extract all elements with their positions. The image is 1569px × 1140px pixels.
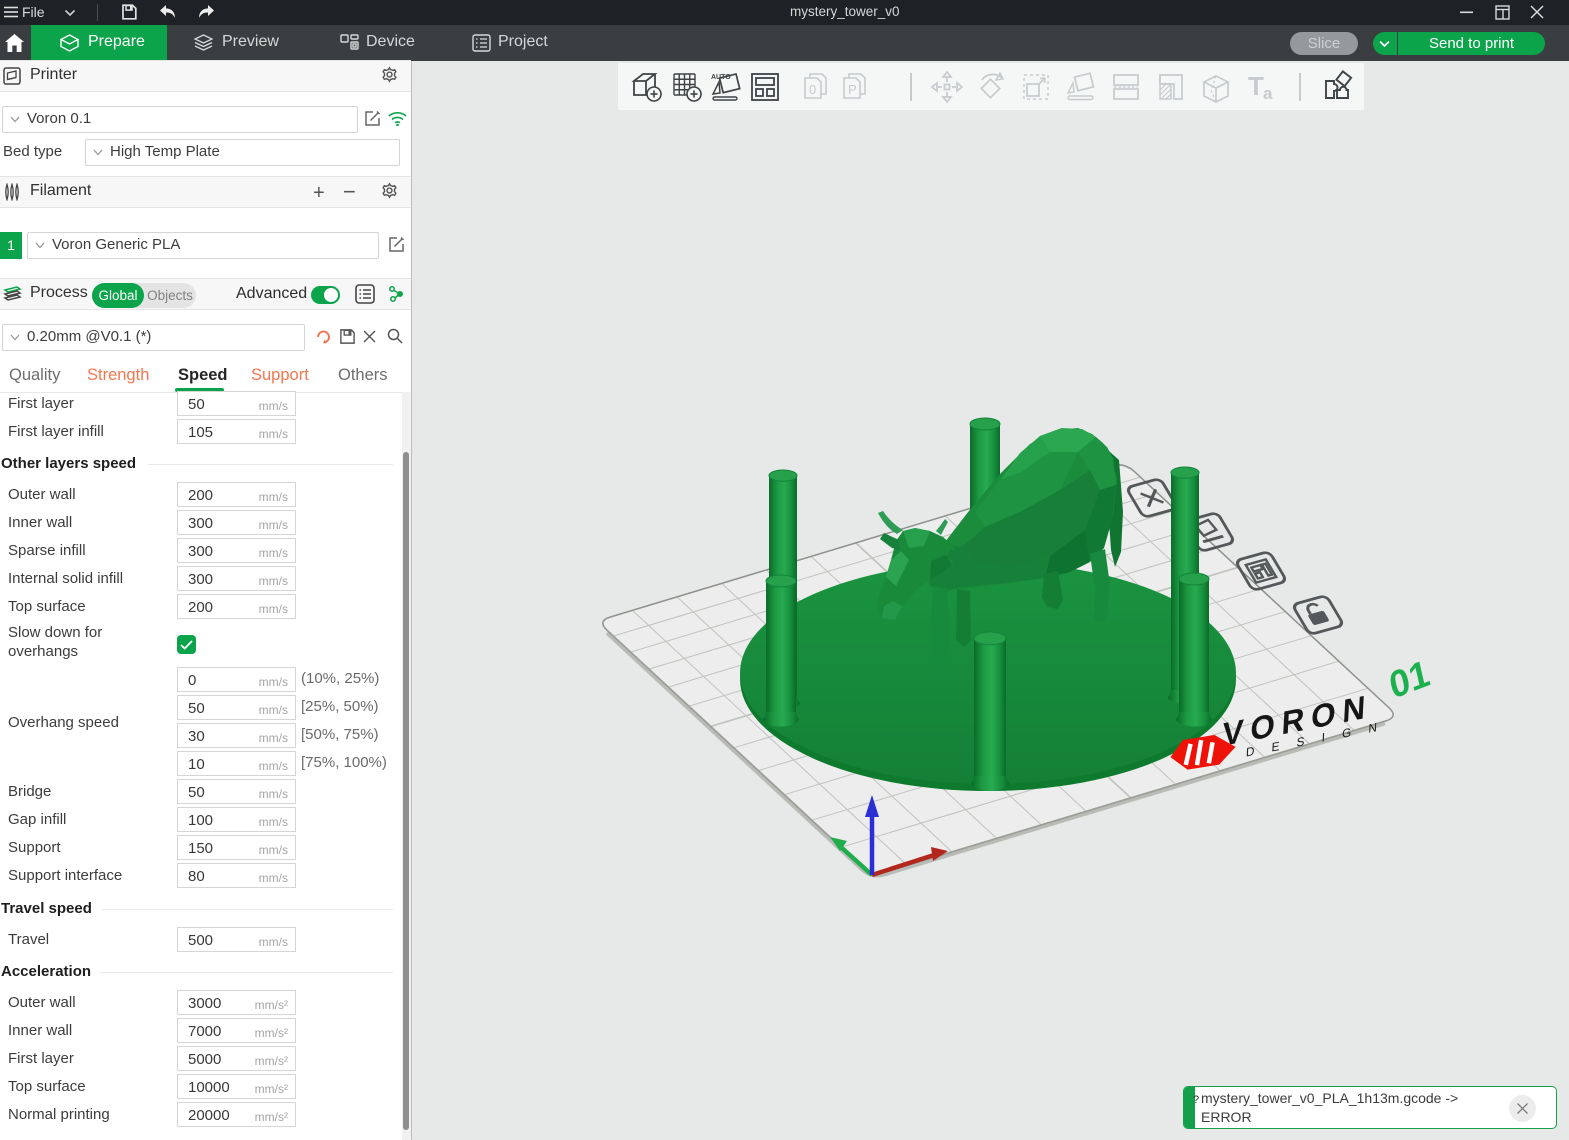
svg-text:a: a (1263, 84, 1273, 103)
svg-text:0: 0 (809, 82, 816, 97)
svg-text:01: 01 (1385, 651, 1433, 707)
svg-text:T: T (1248, 71, 1264, 101)
svg-text:P: P (848, 82, 857, 97)
